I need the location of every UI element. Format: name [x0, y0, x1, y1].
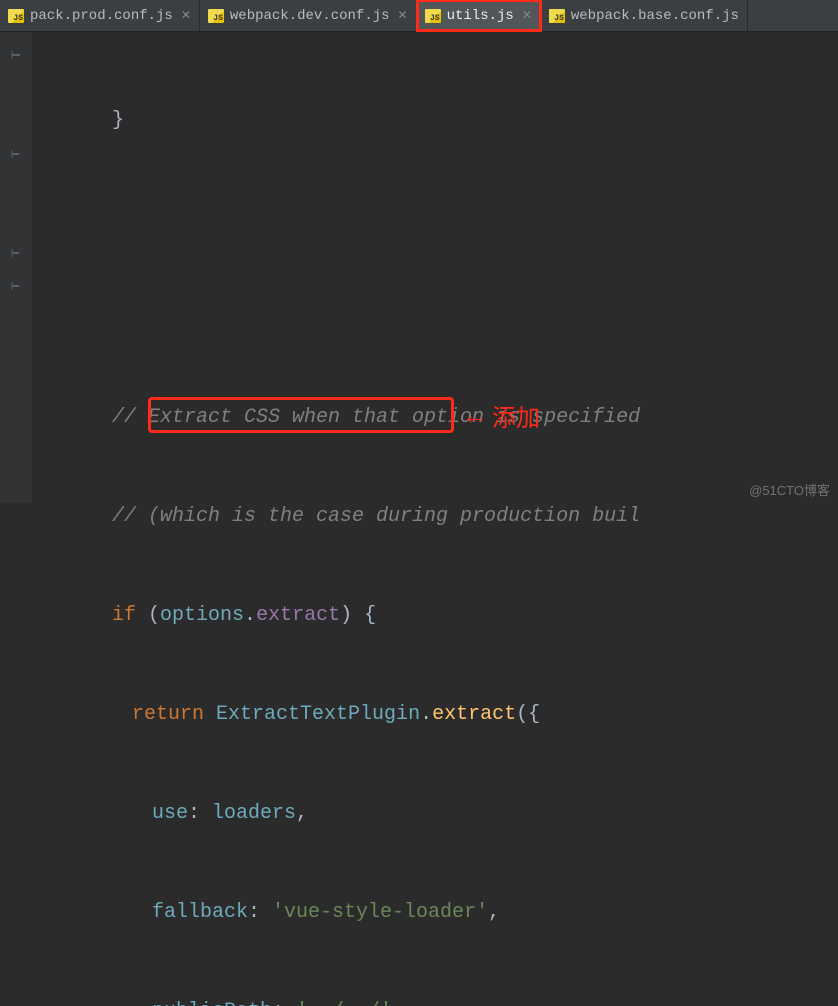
tab-label: webpack.base.conf.js [571, 8, 739, 24]
close-icon[interactable]: ✕ [522, 8, 532, 23]
prop-extract: extract [256, 604, 340, 627]
editor-area: } // Extract CSS when that option is spe… [0, 32, 838, 503]
tab-utils[interactable]: JS utils.js ✕ [417, 0, 541, 31]
tab-bar: JS pack.prod.conf.js ✕ JS webpack.dev.co… [0, 0, 838, 32]
js-icon: JS [208, 9, 224, 23]
close-icon[interactable]: ✕ [181, 8, 191, 23]
val-fallback: 'vue-style-loader' [272, 901, 488, 924]
keyword-return: return [132, 703, 204, 726]
tab-label: pack.prod.conf.js [30, 8, 173, 24]
key-publicpath: publicPath [152, 1000, 272, 1006]
js-icon: JS [8, 9, 24, 23]
code-comment: // (which is the case during production … [112, 500, 640, 533]
fold-end-icon[interactable] [0, 38, 32, 71]
code-text: } [112, 104, 124, 137]
keyword-if: if [112, 604, 136, 627]
method-extract: extract [432, 703, 516, 726]
close-icon[interactable]: ✕ [398, 8, 408, 23]
tab-webpack-dev[interactable]: JS webpack.dev.conf.js ✕ [200, 0, 417, 31]
key-use: use [152, 802, 188, 825]
watermark: @51CTO博客 [749, 480, 830, 499]
ident-options: options [160, 604, 244, 627]
gutter [0, 32, 32, 503]
fold-start-icon[interactable] [0, 137, 32, 170]
val-loaders: loaders [212, 802, 296, 825]
fold-start-icon[interactable] [0, 236, 32, 269]
tab-webpack-base[interactable]: JS webpack.base.conf.js [541, 0, 748, 31]
code-comment: // Extract CSS when that option is speci… [112, 401, 640, 434]
js-icon: JS [549, 9, 565, 23]
fold-start-icon[interactable] [0, 269, 32, 302]
tab-webpack-prod[interactable]: JS pack.prod.conf.js ✕ [0, 0, 200, 31]
key-fallback: fallback [152, 901, 248, 924]
tab-label: utils.js [447, 8, 514, 24]
annotation-label: 添加 [492, 398, 540, 433]
val-publicpath: '../../' [296, 1000, 392, 1006]
js-icon: JS [425, 9, 441, 23]
arrow-left-icon: ← [462, 400, 486, 431]
tab-label: webpack.dev.conf.js [230, 8, 390, 24]
ident-plugin: ExtractTextPlugin [216, 703, 420, 726]
annotation-arrow: ← 添加 [462, 398, 540, 433]
code-area[interactable]: } // Extract CSS when that option is spe… [32, 32, 838, 503]
